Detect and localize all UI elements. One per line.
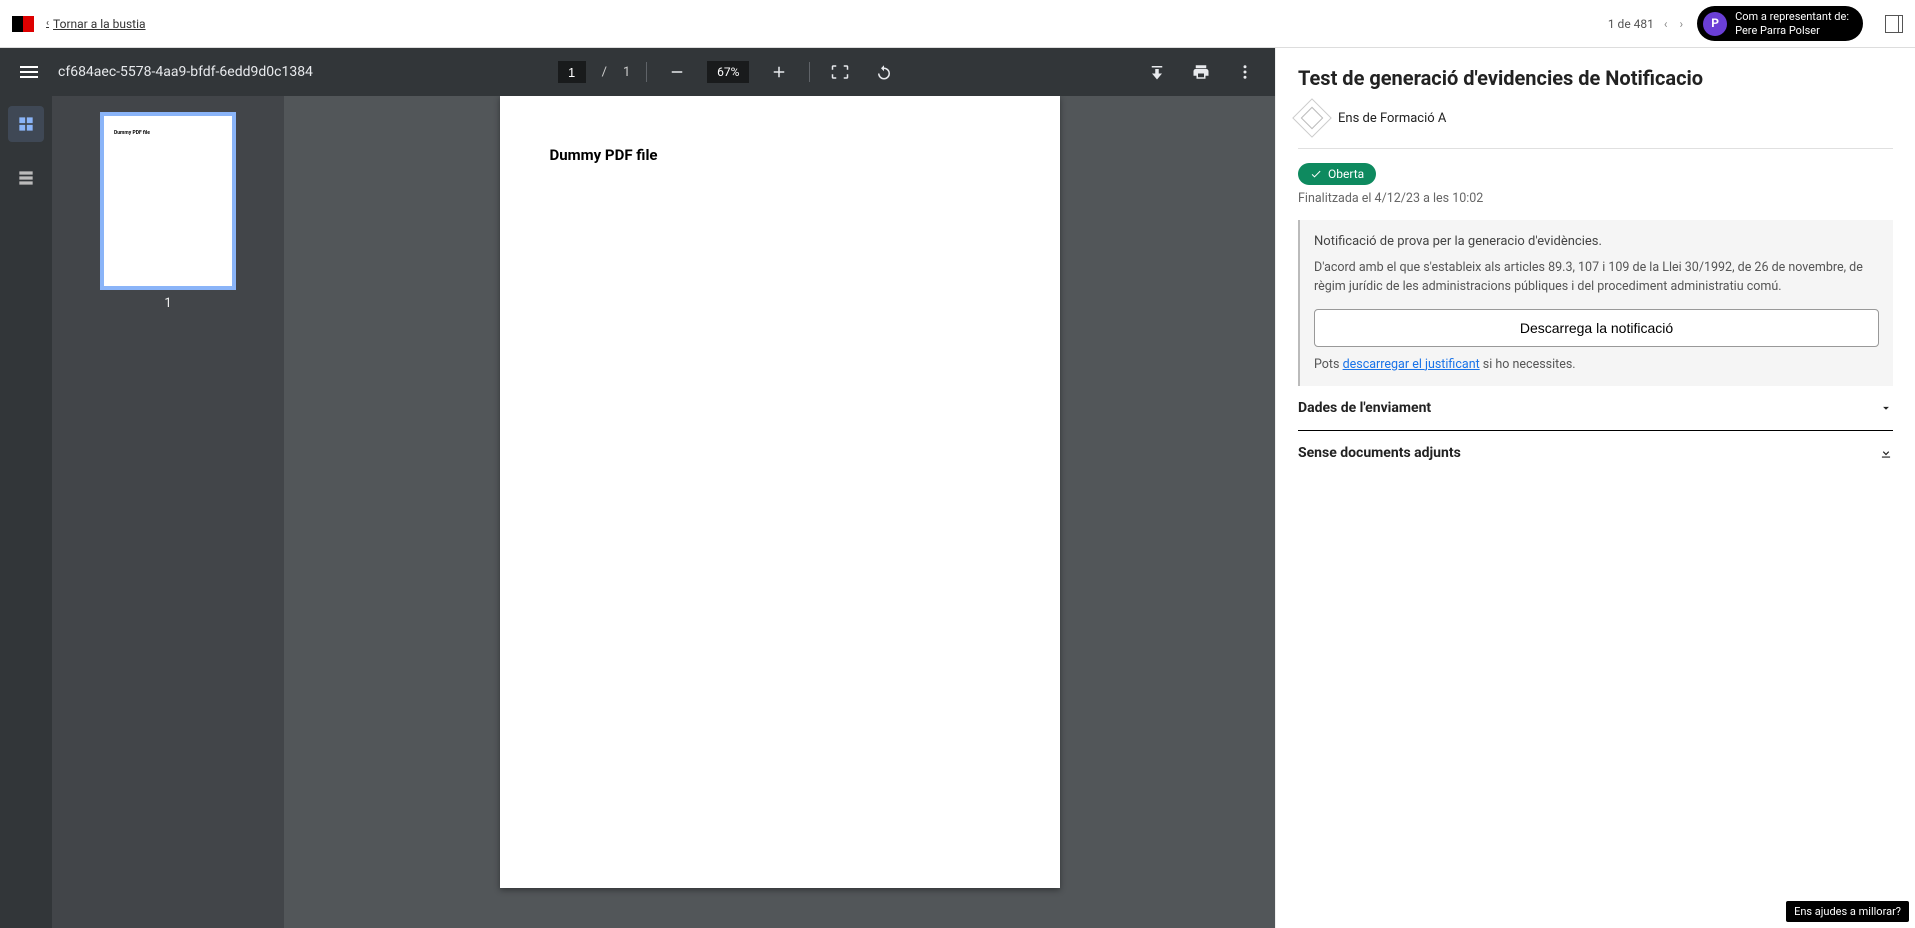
avatar: P — [1703, 12, 1727, 36]
section-attachments-label: Sense documents adjunts — [1298, 445, 1461, 461]
pdf-viewer: cf684aec-5578-4aa9-bfdf-6edd9d0c1384 / 1… — [0, 48, 1275, 928]
timestamp: Finalitzada el 4/12/23 a les 10:02 — [1298, 191, 1893, 206]
org-row: Ens de Formació A — [1298, 104, 1893, 132]
receipt-link[interactable]: descarregar el justificant — [1343, 357, 1480, 372]
status-badge: Oberta — [1298, 163, 1376, 185]
more-icon[interactable] — [1231, 58, 1259, 86]
avatar-initial: P — [1711, 16, 1719, 30]
thumbnail-panel: Dummy PDF file 1 — [52, 96, 284, 928]
panel-toggle-icon[interactable] — [1885, 15, 1903, 33]
status-badge-label: Oberta — [1328, 167, 1364, 181]
org-name: Ens de Formació A — [1338, 111, 1446, 126]
chevron-down-icon — [1879, 401, 1893, 415]
org-logo-icon — [1292, 98, 1332, 138]
user-pill[interactable]: P Com a representant de: Pere Parra Pols… — [1697, 6, 1863, 40]
notice-body: D'acord amb el que s'estableix als artic… — [1314, 259, 1879, 297]
section-shipment-data[interactable]: Dades de l'enviament — [1298, 386, 1893, 430]
download-small-icon — [1879, 446, 1893, 460]
pager-text: 1 de 481 — [1608, 17, 1654, 31]
thumbnail-text: Dummy PDF file — [114, 130, 150, 272]
thumbnail-1[interactable]: Dummy PDF file — [104, 116, 232, 286]
outline-tab-icon[interactable] — [8, 160, 44, 196]
thumbnail-label: 1 — [164, 296, 171, 311]
back-link[interactable]: ‹ Tornar a la bustia — [46, 17, 146, 31]
download-notification-button[interactable]: Descarrega la notificació — [1314, 309, 1879, 347]
pdf-page: Dummy PDF file — [500, 96, 1060, 888]
app-header: ‹ Tornar a la bustia 1 de 481 ‹ › P Com … — [0, 0, 1915, 48]
details-title: Test de generació d'evidencies de Notifi… — [1298, 66, 1893, 90]
zoom-out-button[interactable] — [663, 58, 691, 86]
pager-prev[interactable]: ‹ — [1662, 17, 1670, 31]
back-link-label: Tornar a la bustia — [53, 17, 146, 31]
pdf-canvas[interactable]: Dummy PDF file — [284, 96, 1275, 928]
pdf-body: Dummy PDF file 1 Dummy PDF file — [0, 96, 1275, 928]
pdf-siderail — [0, 96, 52, 928]
chevron-left-icon: ‹ — [46, 18, 49, 29]
page-total-sep: / — [602, 65, 607, 80]
download-icon[interactable] — [1143, 58, 1171, 86]
divider — [1298, 148, 1893, 149]
fit-page-button[interactable] — [826, 58, 854, 86]
receipt-suffix: si ho necessites. — [1480, 357, 1576, 372]
notice-title: Notificació de prova per la generacio d'… — [1314, 234, 1879, 249]
notice-box: Notificació de prova per la generacio d'… — [1298, 220, 1893, 386]
feedback-button[interactable]: Ens ajudes a millorar? — [1786, 901, 1909, 922]
user-line2: Pere Parra Polser — [1735, 24, 1849, 37]
page-input[interactable] — [558, 61, 586, 83]
pager-next[interactable]: › — [1678, 17, 1686, 31]
zoom-level[interactable]: 67% — [707, 61, 749, 83]
section-attachments[interactable]: Sense documents adjunts — [1298, 431, 1893, 475]
rotate-button[interactable] — [870, 58, 898, 86]
receipt-prefix: Pots — [1314, 357, 1343, 372]
app-logo — [12, 16, 34, 32]
print-icon[interactable] — [1187, 58, 1215, 86]
pdf-filename: cf684aec-5578-4aa9-bfdf-6edd9d0c1384 — [58, 64, 313, 80]
section-shipment-label: Dades de l'enviament — [1298, 400, 1431, 416]
user-line1: Com a representant de: — [1735, 10, 1849, 23]
details-panel: Test de generació d'evidencies de Notifi… — [1275, 48, 1915, 928]
receipt-line: Pots descarregar el justificant si ho ne… — [1314, 357, 1879, 372]
thumbnails-tab-icon[interactable] — [8, 106, 44, 142]
check-icon — [1310, 168, 1322, 180]
zoom-in-button[interactable] — [765, 58, 793, 86]
pdf-toolbar: cf684aec-5578-4aa9-bfdf-6edd9d0c1384 / 1… — [0, 48, 1275, 96]
main: cf684aec-5578-4aa9-bfdf-6edd9d0c1384 / 1… — [0, 48, 1915, 928]
pager: 1 de 481 ‹ › — [1608, 17, 1685, 31]
pdf-page-text: Dummy PDF file — [550, 146, 1010, 164]
page-total: 1 — [623, 65, 630, 80]
menu-icon[interactable] — [16, 62, 42, 82]
